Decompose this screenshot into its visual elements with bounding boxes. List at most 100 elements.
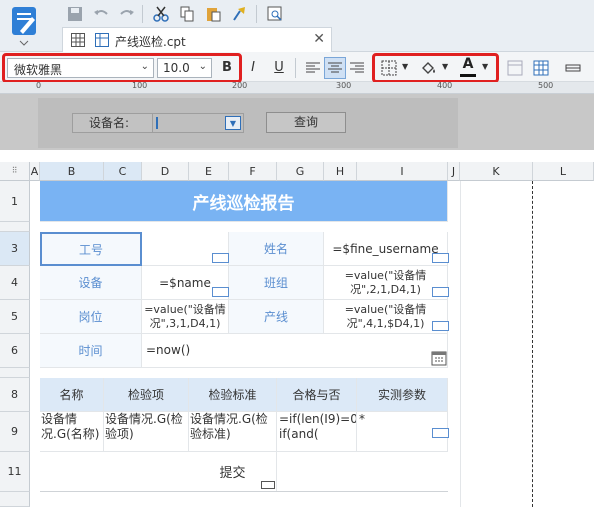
header-name[interactable]: 名称 <box>40 378 104 412</box>
chevron-down-icon[interactable]: ▼ <box>402 62 408 71</box>
ruler-mark: 500 <box>538 81 554 90</box>
column-header[interactable]: G <box>277 162 324 181</box>
border-icon[interactable] <box>378 57 400 79</box>
italic-button[interactable]: I <box>244 58 262 78</box>
font-color-icon[interactable]: A <box>458 56 478 78</box>
ruler-mark: 400 <box>437 81 453 90</box>
paste-icon[interactable] <box>202 3 224 25</box>
line-formula-cell[interactable]: =value("设备情况",4,1,$D4,1) <box>324 300 448 334</box>
widget-icon <box>212 287 229 297</box>
select-all-corner[interactable]: ⠿ <box>0 162 30 181</box>
bold-button[interactable]: B <box>218 58 236 78</box>
device-name-combobox[interactable]: ▼ <box>152 113 244 133</box>
column-header[interactable]: C <box>104 162 142 181</box>
font-size-select[interactable]: 10.0 ⌄ <box>157 58 212 78</box>
chevron-down-icon[interactable]: ▼ <box>482 62 488 71</box>
copy-icon[interactable] <box>176 3 198 25</box>
row-header[interactable]: 11 <box>0 452 30 492</box>
column-header[interactable]: I <box>357 162 448 181</box>
header-check-item[interactable]: 检验项 <box>104 378 189 412</box>
column-header[interactable]: F <box>229 162 277 181</box>
chevron-down-icon: ⌄ <box>140 61 149 72</box>
font-family-select[interactable]: 微软雅黑 ⌄ <box>7 58 154 78</box>
row-header[interactable]: 9 <box>0 412 30 452</box>
row-header[interactable] <box>0 222 30 232</box>
tab-title: 产线巡检.cpt <box>115 35 186 49</box>
post-label-cell[interactable]: 岗位 <box>40 300 142 334</box>
row-header[interactable]: 8 <box>0 378 30 412</box>
column-header[interactable]: J <box>448 162 460 181</box>
row-header[interactable]: 5 <box>0 300 30 334</box>
redo-icon[interactable] <box>116 3 138 25</box>
row9-check-item[interactable]: 设备情况.G(检验项) <box>104 412 189 452</box>
team-formula-cell[interactable]: =value("设备情况",2,1,D4,1) <box>324 266 448 300</box>
row-header[interactable] <box>0 492 30 507</box>
widget-icon <box>212 253 229 263</box>
chevron-down-icon: ⌄ <box>198 61 207 72</box>
time-label-cell[interactable]: 时间 <box>40 334 142 368</box>
save-icon[interactable] <box>64 3 86 25</box>
time-formula-cell[interactable]: =now() <box>142 334 448 368</box>
team-label-cell[interactable]: 班组 <box>229 266 324 300</box>
grid-icon <box>71 33 85 50</box>
font-family-value: 微软雅黑 <box>14 63 63 77</box>
row-header[interactable]: 4 <box>0 266 30 300</box>
merge-cell-icon[interactable] <box>504 57 526 79</box>
grid-line <box>460 181 461 507</box>
toolbar-divider <box>256 5 257 23</box>
row-header[interactable]: 3 <box>0 232 30 266</box>
name-label-cell[interactable]: 姓名 <box>229 232 324 266</box>
row9-pass-fail[interactable]: =if(len(I9)=0, if(and( <box>277 412 357 452</box>
column-header[interactable]: L <box>533 162 594 181</box>
close-icon[interactable]: ✕ <box>313 31 325 47</box>
format-toolbar: 微软雅黑 ⌄ 10.0 ⌄ B I U ▼ ▼ A ▼ <box>0 52 594 83</box>
name-formula-cell[interactable]: =$fine_username <box>324 232 448 266</box>
font-size-value: 10.0 <box>163 61 190 75</box>
header-pass-fail[interactable]: 合格与否 <box>277 378 357 412</box>
ruler-mark: 300 <box>336 81 352 90</box>
tab-report-file[interactable]: 产线巡检.cpt ✕ <box>62 27 332 52</box>
row-header[interactable]: 1 <box>0 181 30 222</box>
app-menu-icon[interactable] <box>6 4 46 48</box>
text-cursor <box>156 117 158 129</box>
table-icon[interactable] <box>530 57 552 79</box>
header-measured[interactable]: 实测参数 <box>357 378 448 412</box>
line-label-cell[interactable]: 产线 <box>229 300 324 334</box>
row9-check-standard[interactable]: 设备情况.G(检验标准) <box>189 412 277 452</box>
column-header[interactable]: K <box>460 162 533 181</box>
work-id-label-cell[interactable]: 工号 <box>40 232 142 266</box>
row-header[interactable]: 6 <box>0 334 30 368</box>
fill-color-icon[interactable] <box>418 57 440 79</box>
column-header[interactable]: H <box>324 162 357 181</box>
toolbar-divider <box>295 58 296 78</box>
format-painter-icon[interactable] <box>228 3 250 25</box>
column-header[interactable]: A <box>30 162 40 181</box>
chevron-down-icon[interactable]: ▼ <box>442 62 448 71</box>
ruler-mark: 0 <box>36 81 42 90</box>
align-center-icon[interactable] <box>324 57 346 79</box>
button-widget-icon <box>261 481 275 489</box>
undo-icon[interactable] <box>90 3 112 25</box>
post-formula-cell[interactable]: =value("设备情况",3,1,D4,1) <box>142 300 229 334</box>
preview-icon[interactable] <box>264 3 286 25</box>
ruler-mark: 100 <box>132 81 148 90</box>
underline-button[interactable]: U <box>270 58 288 78</box>
align-left-icon[interactable] <box>302 57 324 79</box>
report-title[interactable]: 产线巡检报告 <box>40 181 448 222</box>
param-label: 设备名: <box>72 113 154 133</box>
toolbar-divider <box>142 5 143 23</box>
column-header[interactable]: B <box>40 162 104 181</box>
dropdown-arrow-icon[interactable]: ▼ <box>225 116 241 130</box>
row-header[interactable] <box>0 368 30 378</box>
column-header[interactable]: D <box>142 162 189 181</box>
ruler-mark: 200 <box>232 81 248 90</box>
align-right-icon[interactable] <box>346 57 368 79</box>
query-button[interactable]: 查询 <box>266 112 346 133</box>
row9-name[interactable]: 设备情况.G(名称) <box>40 412 104 452</box>
cut-icon[interactable] <box>150 3 172 25</box>
widget-icon <box>432 321 449 331</box>
device-label-cell[interactable]: 设备 <box>40 266 142 300</box>
column-header[interactable]: E <box>189 162 229 181</box>
insert-row-icon[interactable] <box>562 57 584 79</box>
header-check-standard[interactable]: 检验标准 <box>189 378 277 412</box>
